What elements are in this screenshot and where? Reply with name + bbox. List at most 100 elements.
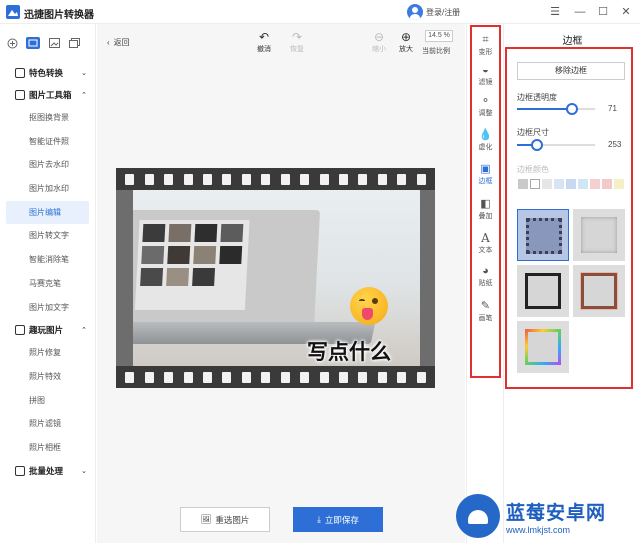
menu-icon[interactable]: ☰	[548, 5, 562, 19]
tool-label: 变形	[478, 49, 493, 56]
remove-border-button[interactable]: 移除边框	[517, 62, 625, 80]
photo-content: 写点什么	[133, 190, 420, 366]
tongue-emoji-sticker[interactable]	[350, 287, 388, 325]
sidebar-item[interactable]: 照片相框	[0, 436, 95, 460]
sidebar-item[interactable]: 图片加文字	[0, 296, 95, 320]
sidebar-view-switch	[0, 24, 95, 62]
chevron-up-icon: ⌃	[81, 92, 87, 99]
frame-preset-shadow[interactable]	[573, 209, 625, 261]
tool-sticker[interactable]: ◕ 贴纸	[472, 264, 499, 288]
color-swatch[interactable]	[578, 179, 588, 189]
sidebar-group-special[interactable]: 特色转换 ⌄	[0, 62, 95, 84]
tool-label: 滤镜	[478, 79, 493, 86]
reselect-label: 重选图片	[215, 514, 250, 525]
brush-icon: ✎	[480, 300, 491, 312]
overlay-icon: ◧	[480, 198, 491, 210]
tool-blur[interactable]: 💧 虚化	[472, 128, 499, 152]
color-swatch[interactable]	[614, 179, 624, 189]
frame-preset-film[interactable]	[517, 209, 569, 261]
save-button[interactable]: ⤓ 立即保存	[293, 507, 383, 532]
back-button[interactable]: ‹ 返回	[107, 37, 130, 48]
color-swatch[interactable]	[542, 179, 552, 189]
sidebar-group-toolbox[interactable]: 图片工具箱 ⌃	[0, 84, 95, 106]
text-icon: A	[481, 231, 490, 245]
back-label: 返回	[113, 38, 130, 47]
color-label: 边框颜色	[517, 165, 549, 174]
color-swatch[interactable]	[590, 179, 600, 189]
toolbox-group-icon	[15, 90, 25, 100]
batch-process-icon	[15, 465, 25, 476]
film-holes-bottom	[116, 367, 435, 387]
sidebar-group-fun[interactable]: 趣玩图片 ⌃	[0, 319, 95, 341]
color-swatch[interactable]	[566, 179, 576, 189]
actual-ratio-button[interactable]: 当前比例	[422, 46, 450, 56]
color-swatch[interactable]	[554, 179, 564, 189]
zoom-in-label: 放大	[399, 46, 413, 53]
tool-text[interactable]: A 文本	[472, 231, 499, 255]
chevron-down-icon: ⌄	[81, 70, 87, 77]
zoom-value-field[interactable]: 14.5 %	[425, 30, 453, 42]
sidebar-item[interactable]: 图片去水印	[0, 153, 95, 177]
tool-overlay[interactable]: ◧ 叠加	[472, 197, 499, 221]
color-swatches	[518, 179, 624, 189]
app-logo-icon	[6, 5, 20, 19]
color-swatch[interactable]	[602, 179, 612, 189]
sidebar-item[interactable]: 图片加水印	[0, 177, 95, 201]
login-label: 登录/注册	[426, 7, 461, 17]
login-button[interactable]: 登录/注册	[407, 4, 460, 20]
frame-preset-brown[interactable]	[573, 265, 625, 317]
save-label: 立即保存	[324, 514, 359, 525]
sidebar-item[interactable]: 智能证件照	[0, 130, 95, 154]
slider-handle[interactable]	[530, 139, 543, 151]
opacity-slider[interactable]	[517, 103, 595, 115]
reselect-image-button[interactable]: 🖼 重选图片	[180, 507, 270, 532]
image-caption-text[interactable]: 写点什么	[307, 336, 391, 366]
undo-button[interactable]: ↶ 撤消	[251, 30, 277, 54]
convert-icon[interactable]	[6, 37, 18, 49]
image-icon: 🖼	[200, 514, 212, 524]
size-label: 边框尺寸	[517, 128, 549, 137]
sidebar-item[interactable]: 照片修复	[0, 341, 95, 365]
zoom-in-button[interactable]: ⊕ 放大	[393, 30, 419, 54]
tool-label: 边框	[478, 178, 493, 185]
filter-icon: ◒	[482, 64, 489, 76]
minimize-icon[interactable]: —	[573, 5, 587, 19]
chevron-up-icon: ⌃	[81, 327, 87, 335]
tool-transform[interactable]: ⌗ 变形	[472, 33, 499, 57]
sidebar-item[interactable]: 拼图	[0, 389, 95, 413]
tool-filter[interactable]: ◒ 滤镜	[472, 63, 499, 87]
color-swatch[interactable]	[530, 179, 540, 189]
sidebar-item[interactable]: 智能消除笔	[0, 248, 95, 272]
redo-button[interactable]: ↷ 恢复	[284, 30, 310, 54]
zoom-out-button[interactable]: ⊖ 缩小	[366, 30, 392, 54]
group-label: 特色转换	[29, 68, 64, 78]
framed-image[interactable]: 写点什么	[116, 168, 435, 388]
sidebar-item-active[interactable]: 图片编辑	[6, 200, 89, 225]
sidebar-item[interactable]: 照片滤镜	[0, 412, 95, 436]
toolbox-icon[interactable]	[26, 37, 40, 49]
batch-icon[interactable]	[68, 37, 80, 49]
sidebar-group-batch[interactable]: 批量处理 ⌄	[0, 460, 95, 482]
sidebar-item[interactable]: 抠图换背景	[0, 106, 95, 130]
sidebar-item[interactable]: 马赛克笔	[0, 272, 95, 296]
image-icon[interactable]	[48, 37, 60, 49]
sticker-icon: ◕	[482, 265, 489, 277]
watermark-brand: 蓝莓安卓网	[506, 502, 607, 524]
size-slider[interactable]	[517, 139, 595, 151]
app-title: 迅捷图片转换器	[24, 10, 94, 21]
close-icon[interactable]: ✕	[619, 5, 633, 19]
drop-icon: 💧	[478, 129, 493, 141]
zoom-out-icon: ⊖	[373, 30, 385, 44]
zoom-out-label: 缩小	[372, 46, 386, 53]
frame-preset-rainbow[interactable]	[517, 321, 569, 373]
sidebar-item[interactable]: 图片转文字	[0, 224, 95, 248]
tool-label: 虚化	[478, 144, 493, 151]
sidebar-item[interactable]: 照片特效	[0, 365, 95, 389]
tool-adjust[interactable]: ⚬ 调整	[472, 94, 499, 118]
tool-brush[interactable]: ✎ 画笔	[472, 299, 499, 323]
tool-border[interactable]: ▣ 边框	[472, 162, 499, 186]
crop-icon: ⌗	[482, 34, 489, 46]
color-swatch[interactable]	[518, 179, 528, 189]
frame-preset-black[interactable]	[517, 265, 569, 317]
maximize-icon[interactable]: ☐	[596, 5, 610, 19]
